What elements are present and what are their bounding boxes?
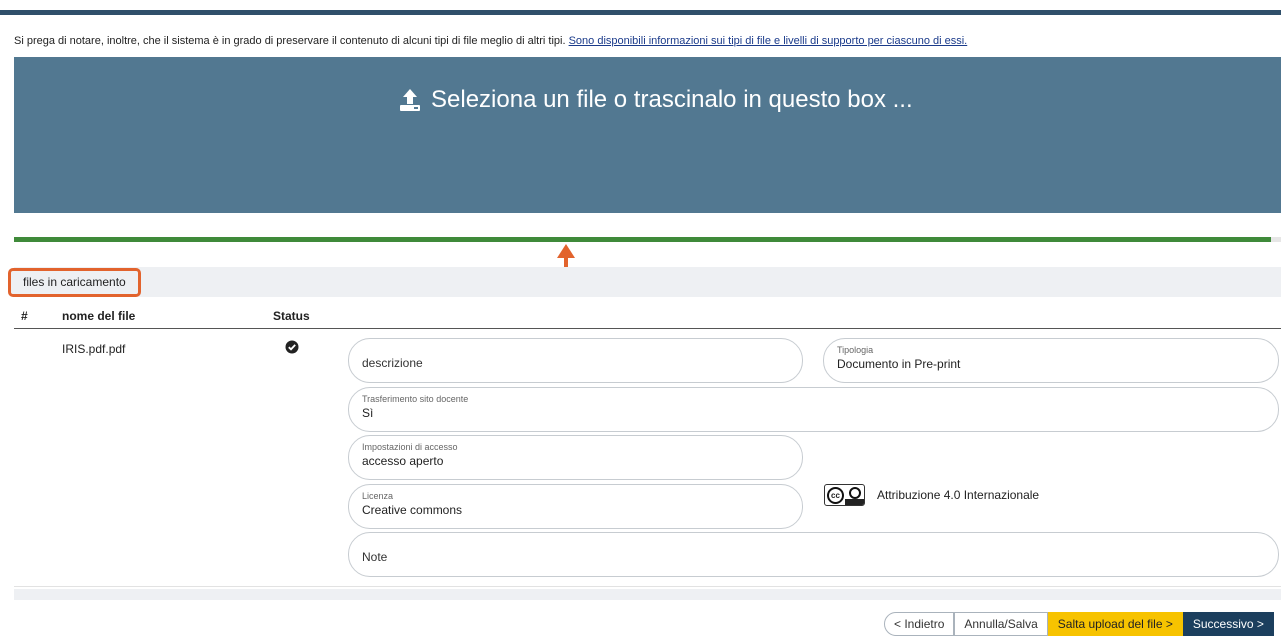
access-label: Impostazioni di accesso — [362, 442, 458, 452]
next-button[interactable]: Successivo > — [1182, 612, 1274, 636]
header-bar — [0, 10, 1281, 15]
by-strip — [845, 499, 864, 505]
file-types-info-link[interactable]: Sono disponibili informazioni sui tipi d… — [569, 35, 968, 47]
upload-icon — [400, 89, 420, 111]
access-select[interactable]: Impostazioni di accesso accesso aperto — [348, 435, 803, 480]
save-button[interactable]: Annulla/Salva — [954, 612, 1048, 636]
cc-circle: cc — [827, 487, 844, 504]
license-label: Licenza — [362, 491, 394, 501]
dropzone-content: Seleziona un file o trascinalo in questo… — [397, 86, 913, 114]
by-circle — [849, 487, 861, 499]
top-strip — [0, 0, 1281, 16]
access-value: accesso aperto — [362, 454, 444, 468]
upload-page: Si prega di notare, inoltre, che il sist… — [0, 0, 1281, 636]
type-select[interactable]: Tipologia Documento in Pre-print — [823, 338, 1279, 383]
notes-placeholder: Note — [362, 550, 388, 564]
transfer-label: Trasferimento sito docente — [362, 394, 469, 404]
back-button[interactable]: < Indietro — [884, 612, 955, 636]
dropzone-label: Seleziona un file o trascinalo in questo… — [431, 86, 913, 113]
type-label: Tipologia — [837, 345, 874, 355]
table-row-divider — [14, 586, 1281, 587]
transfer-select[interactable]: Trasferimento sito docente Sì — [348, 387, 1279, 432]
files-panel-tab[interactable]: files in caricamento — [8, 268, 141, 297]
license-select[interactable]: Licenza Creative commons — [348, 484, 803, 529]
license-value: Creative commons — [362, 503, 463, 517]
type-value: Documento in Pre-print — [837, 357, 961, 371]
file-dropzone[interactable]: Seleziona un file o trascinalo in questo… — [14, 57, 1281, 213]
files-table-header: # nome del file Status — [14, 303, 1281, 329]
license-name: Attribuzione 4.0 Internazionale — [877, 488, 1040, 502]
column-header-filename: nome del file — [62, 309, 136, 323]
notice-text: Si prega di notare, inoltre, che il sist… — [14, 35, 1274, 47]
column-header-status: Status — [273, 309, 310, 323]
license-info: cc Attribuzione 4.0 Internazionale — [824, 484, 1039, 506]
notes-textarea[interactable]: Note — [348, 532, 1279, 577]
description-field[interactable]: descrizione — [348, 338, 803, 383]
wizard-buttons: < Indietro Annulla/Salva Salta upload de… — [884, 612, 1274, 636]
skip-upload-button[interactable]: Salta upload del file > — [1047, 612, 1183, 636]
description-placeholder: descrizione — [362, 356, 423, 370]
file-name: IRIS.pdf.pdf — [62, 342, 126, 356]
cc-by-icon: cc — [824, 484, 865, 506]
check-circle-icon — [285, 340, 299, 354]
notice-sentence: Si prega di notare, inoltre, che il sist… — [14, 35, 566, 47]
column-header-number: # — [21, 309, 28, 323]
transfer-value: Sì — [362, 406, 374, 420]
upload-progress-bar — [14, 237, 1271, 242]
